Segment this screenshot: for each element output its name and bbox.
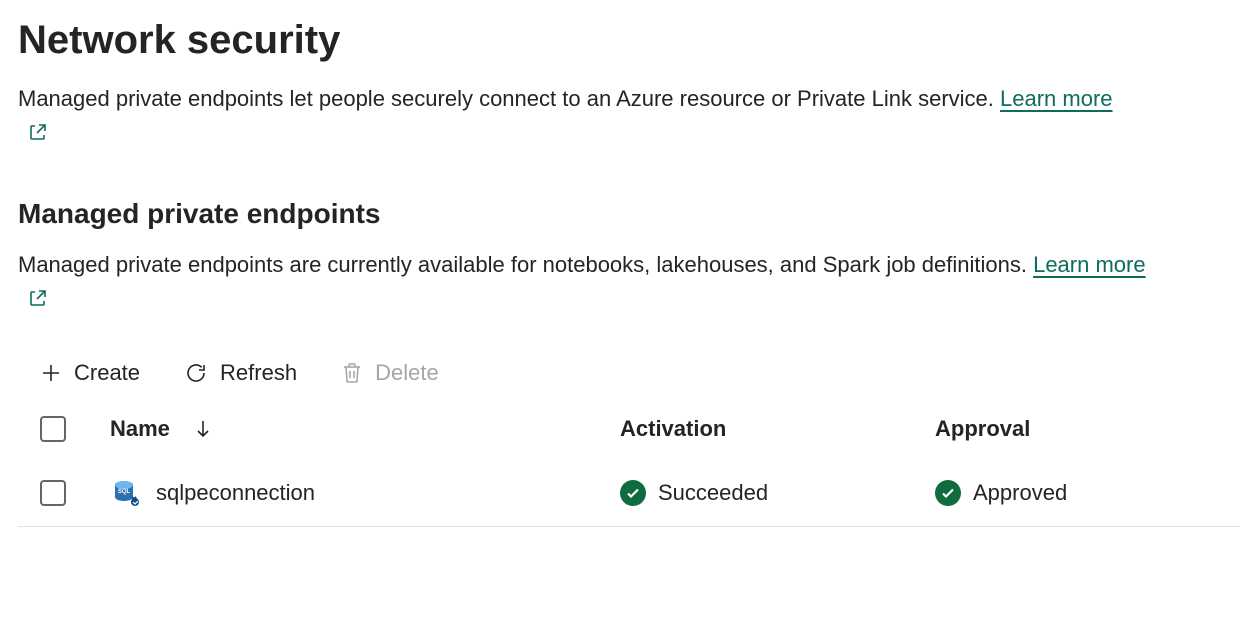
column-header-approval[interactable]: Approval <box>935 416 1240 442</box>
section-title: Managed private endpoints <box>18 198 1240 230</box>
refresh-icon <box>184 361 208 385</box>
trash-icon <box>341 361 363 385</box>
table-header: Name Activation Approval <box>18 416 1240 462</box>
delete-label: Delete <box>375 360 439 386</box>
page-title: Network security <box>18 16 1240 64</box>
row-name: sqlpeconnection <box>156 480 315 506</box>
delete-button: Delete <box>341 360 439 386</box>
sql-database-icon: SQL <box>110 478 142 508</box>
page-intro-text: Managed private endpoints let people sec… <box>18 86 1000 111</box>
refresh-label: Refresh <box>220 360 297 386</box>
learn-more-link[interactable]: Learn more <box>1000 86 1113 111</box>
toolbar: Create Refresh Delete <box>18 360 1240 386</box>
table-row[interactable]: SQL sqlpeconnection Succeeded <box>18 462 1240 527</box>
row-activation: Succeeded <box>658 480 768 506</box>
create-button[interactable]: Create <box>40 360 140 386</box>
page-intro: Managed private endpoints let people sec… <box>18 82 1148 152</box>
section-intro-text: Managed private endpoints are currently … <box>18 252 1033 277</box>
section-intro: Managed private endpoints are currently … <box>18 248 1148 318</box>
column-name-label: Name <box>110 416 170 442</box>
endpoints-table: Name Activation Approval <box>18 416 1240 527</box>
plus-icon <box>40 362 62 384</box>
refresh-button[interactable]: Refresh <box>184 360 297 386</box>
row-checkbox[interactable] <box>40 480 66 506</box>
sort-descending-icon <box>194 418 212 440</box>
external-link-icon <box>28 284 48 318</box>
status-success-icon <box>935 480 961 506</box>
select-all-checkbox[interactable] <box>40 416 66 442</box>
row-approval: Approved <box>973 480 1067 506</box>
column-activation-label: Activation <box>620 416 726 442</box>
status-success-icon <box>620 480 646 506</box>
svg-text:SQL: SQL <box>118 489 131 495</box>
column-approval-label: Approval <box>935 416 1030 442</box>
learn-more-link-section[interactable]: Learn more <box>1033 252 1146 277</box>
column-header-name[interactable]: Name <box>110 416 620 442</box>
external-link-icon <box>28 118 48 152</box>
column-header-activation[interactable]: Activation <box>620 416 935 442</box>
create-label: Create <box>74 360 140 386</box>
